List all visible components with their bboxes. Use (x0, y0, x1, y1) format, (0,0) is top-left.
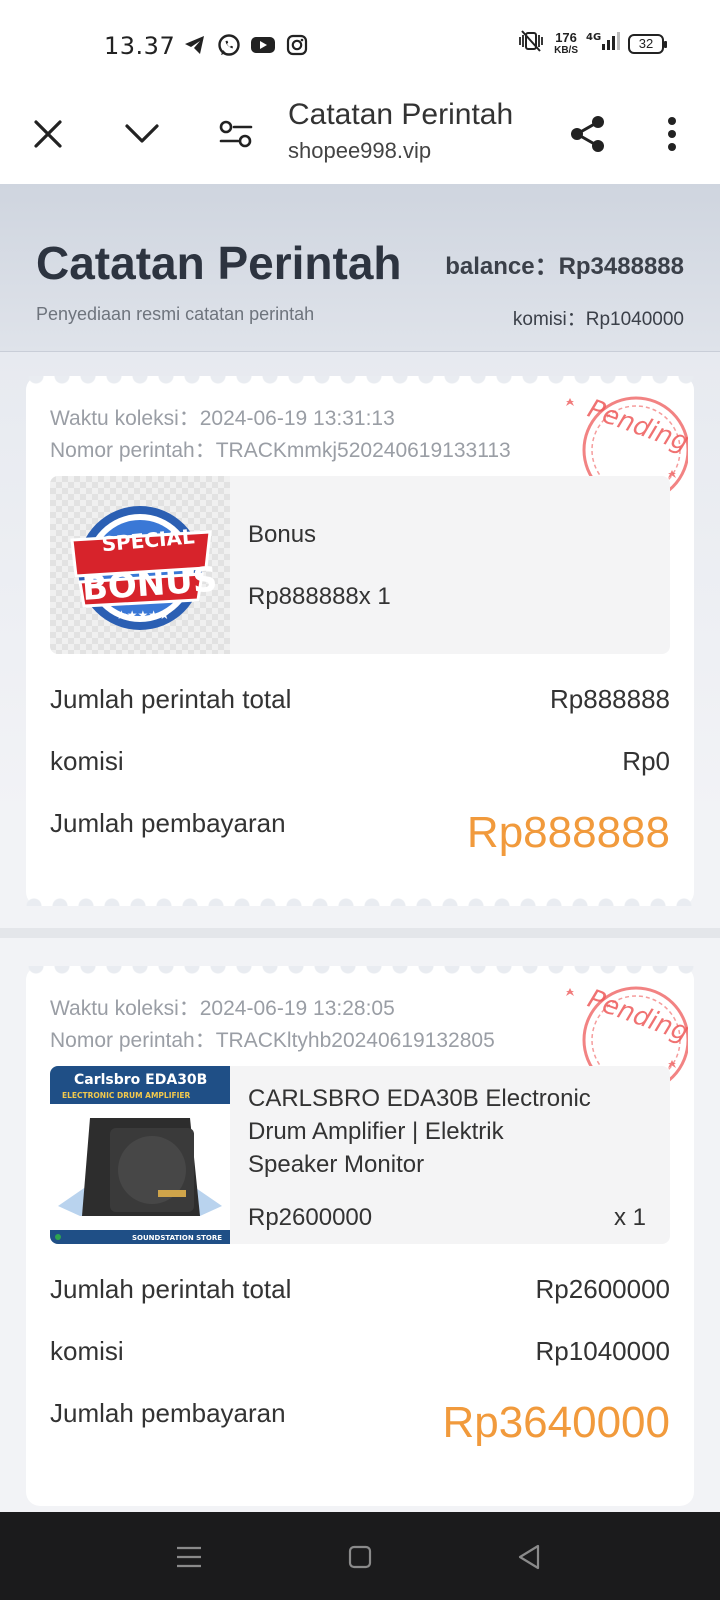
status-right: 176 KB/S 4G 32 (516, 29, 667, 57)
order-time: Waktu koleksi：2024-06-19 13:28:05 (50, 997, 395, 1020)
close-icon (34, 120, 62, 148)
komisi-label: komisi (50, 746, 124, 776)
home-square-icon (348, 1545, 372, 1569)
product-price: Rp888888x 1 (248, 583, 391, 610)
komisi-value: Rp1040000 (535, 1336, 670, 1366)
svg-text:Pending: Pending (584, 984, 688, 1048)
status-app-icons (182, 32, 310, 58)
komisi-summary: komisi：Rp1040000 (512, 309, 684, 330)
system-nav-bar (0, 1512, 720, 1600)
browser-toolbar: Catatan Perintah shopee998.vip (0, 84, 720, 184)
svg-text:4G: 4G (586, 32, 601, 43)
status-time: 13.37 (104, 32, 176, 60)
page-subtitle: Penyediaan resmi catatan perintah (36, 304, 315, 324)
svg-text:Pending: Pending (584, 394, 688, 458)
order-time: Waktu koleksi：2024-06-19 13:31:13 (50, 407, 395, 430)
minimize-button[interactable] (114, 106, 170, 162)
back-button[interactable] (514, 1542, 544, 1572)
status-bar: 13.37 176 KB/S 4G 32 (0, 0, 720, 84)
order-number: Nomor perintah：TRACKmmkj520240619133113 (50, 439, 511, 462)
whatsapp-icon (216, 32, 242, 58)
menu-button[interactable] (174, 1542, 204, 1572)
telegram-icon (182, 32, 208, 58)
ticket-edge (26, 376, 694, 390)
divider (0, 928, 720, 938)
settings-sliders-icon (219, 120, 253, 148)
ticket-edge (26, 892, 694, 906)
svg-text:SOUNDSTATION STORE: SOUNDSTATION STORE (132, 1234, 222, 1242)
chevron-down-icon (125, 124, 159, 143)
payment-value: Rp888888 (466, 808, 670, 857)
mute-vibrate-icon (516, 30, 546, 57)
order-number: Nomor perintah：TRACKltyhb20240619132805 (50, 1029, 495, 1052)
page-title: Catatan Perintah (36, 237, 402, 289)
svg-text:Carlsbro EDA30B: Carlsbro EDA30B (74, 1072, 207, 1088)
ticket-edge (26, 966, 694, 980)
total-label: Jumlah perintah total (50, 684, 292, 714)
svg-text:ELECTRONIC DRUM AMPLIFIER: ELECTRONIC DRUM AMPLIFIER (62, 1091, 191, 1100)
total-value: Rp2600000 (535, 1274, 670, 1304)
browser-title: Catatan Perintah (288, 98, 514, 131)
payment-value: Rp3640000 (442, 1398, 670, 1447)
product-name: Bonus (248, 521, 317, 548)
order-card[interactable]: Waktu koleksi：2024-06-19 13:28:05 Nomor … (26, 966, 694, 1506)
back-triangle-icon (518, 1544, 540, 1570)
more-options-button[interactable] (644, 106, 700, 162)
product-name: CARLSBRO EDA30B Electronic Drum Amplifie… (248, 1085, 591, 1178)
battery-indicator: 32 (628, 33, 667, 54)
order-list[interactable]: Waktu koleksi：2024-06-19 13:31:13 Nomor … (0, 352, 720, 1512)
page-header: Catatan Perintah balance：Rp3488888 Penye… (0, 184, 720, 352)
komisi-label: komisi (50, 1336, 124, 1366)
total-value: Rp888888 (550, 684, 670, 714)
browser-url[interactable]: shopee998.vip (288, 138, 431, 164)
product-price: Rp2600000 (248, 1204, 373, 1231)
special-bonus-image: SPECIAL BONUS ★★★★★ (50, 476, 230, 654)
payment-label: Jumlah pembayaran (50, 1398, 286, 1428)
home-button[interactable] (345, 1542, 375, 1572)
instagram-icon (284, 32, 310, 58)
signal-icon: 4G (586, 30, 620, 57)
balance-value: balance：Rp3488888 (445, 253, 684, 280)
share-icon (571, 116, 604, 152)
menu-icon (177, 1546, 201, 1568)
order-card[interactable]: Waktu koleksi：2024-06-19 13:31:13 Nomor … (26, 376, 694, 906)
komisi-value: Rp0 (622, 746, 670, 776)
payment-label: Jumlah pembayaran (50, 808, 286, 838)
more-vertical-icon (668, 117, 676, 151)
svg-text:★★★★★: ★★★★★ (116, 608, 170, 622)
share-button[interactable] (560, 106, 616, 162)
product-item[interactable]: SPECIAL BONUS ★★★★★ Bonus Rp888888x 1 (50, 476, 670, 654)
product-item[interactable]: Carlsbro EDA30B ELECTRONIC DRUM AMPLIFIE… (50, 1066, 670, 1244)
drum-amplifier-image: Carlsbro EDA30B ELECTRONIC DRUM AMPLIFIE… (50, 1066, 230, 1244)
total-label: Jumlah perintah total (50, 1274, 292, 1304)
youtube-icon (250, 32, 276, 58)
product-quantity: x 1 (613, 1204, 646, 1231)
net-speed: 176 KB/S (554, 29, 578, 56)
page-settings-button[interactable] (208, 106, 264, 162)
close-button[interactable] (20, 106, 76, 162)
